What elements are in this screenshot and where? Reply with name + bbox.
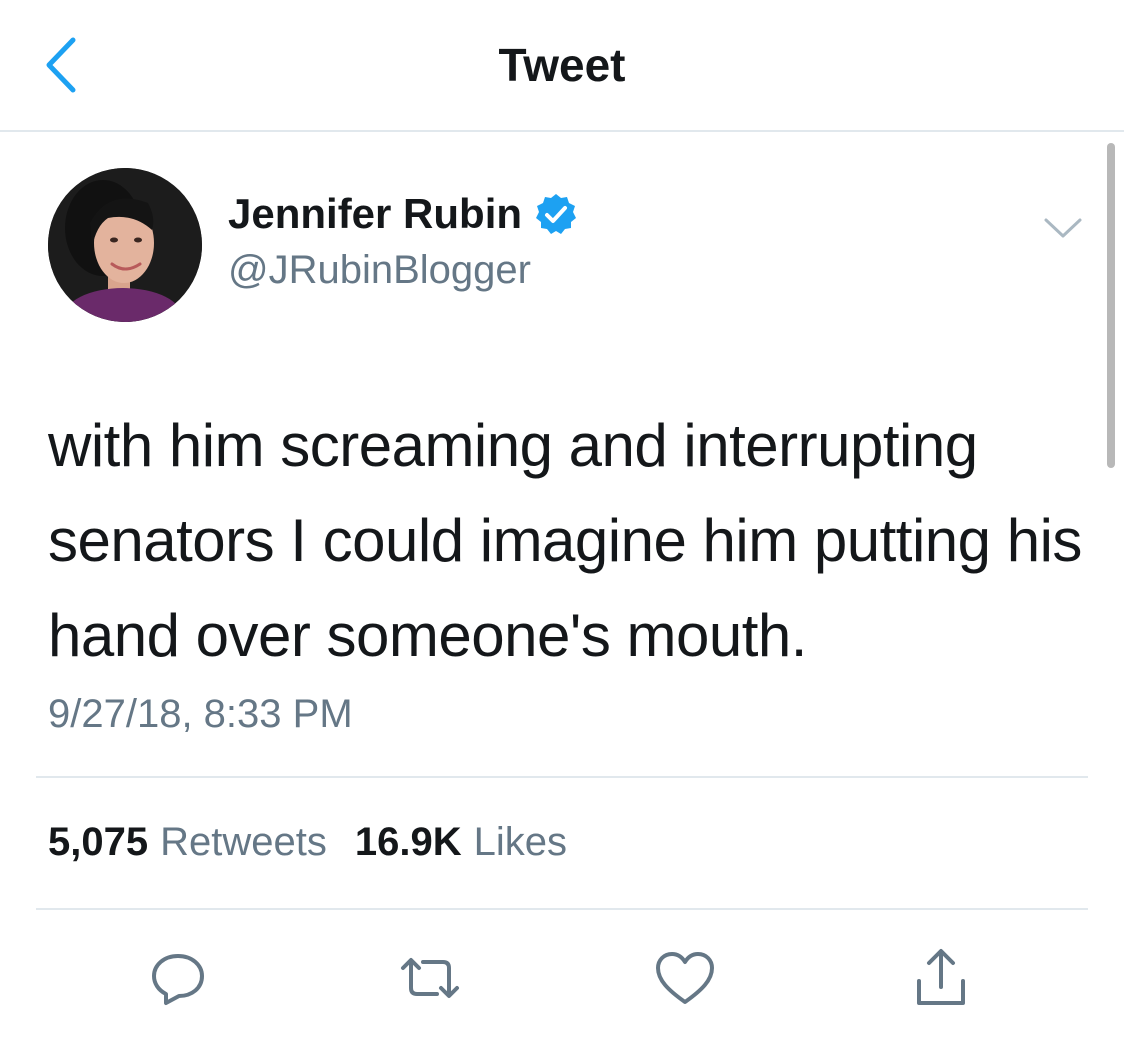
like-button[interactable]	[652, 945, 718, 1011]
chevron-down-icon	[1044, 218, 1082, 238]
divider	[36, 776, 1088, 778]
avatar-image	[48, 168, 202, 322]
scrollbar[interactable]	[1107, 143, 1115, 468]
avatar[interactable]	[48, 168, 202, 322]
retweet-icon	[401, 958, 459, 998]
page-title: Tweet	[498, 39, 626, 91]
reply-button[interactable]	[145, 945, 211, 1011]
likes-label[interactable]: Likes	[474, 820, 567, 865]
tweet-timestamp: 9/27/18, 8:33 PM	[48, 692, 353, 736]
share-icon	[917, 949, 965, 1005]
reply-icon	[152, 954, 204, 1005]
more-options-button[interactable]	[1040, 205, 1086, 251]
retweet-button[interactable]	[397, 945, 463, 1011]
author-handle[interactable]: @JRubinBlogger	[228, 248, 531, 293]
retweets-label[interactable]: Retweets	[160, 820, 327, 865]
tweet-text: with him screaming and interrupting sena…	[48, 412, 1082, 669]
retweets-count[interactable]: 5,075	[48, 820, 148, 865]
nav-header: Tweet	[0, 0, 1124, 132]
divider	[36, 908, 1088, 910]
author-name: Jennifer Rubin	[228, 190, 523, 237]
author-name-row[interactable]: Jennifer Rubin	[228, 190, 578, 238]
heart-icon	[656, 952, 714, 1004]
stats-row: 5,075 Retweets 16.9K Likes	[48, 820, 595, 865]
verified-badge-icon	[534, 192, 578, 236]
share-button[interactable]	[908, 945, 974, 1011]
likes-count[interactable]: 16.9K	[355, 820, 462, 865]
